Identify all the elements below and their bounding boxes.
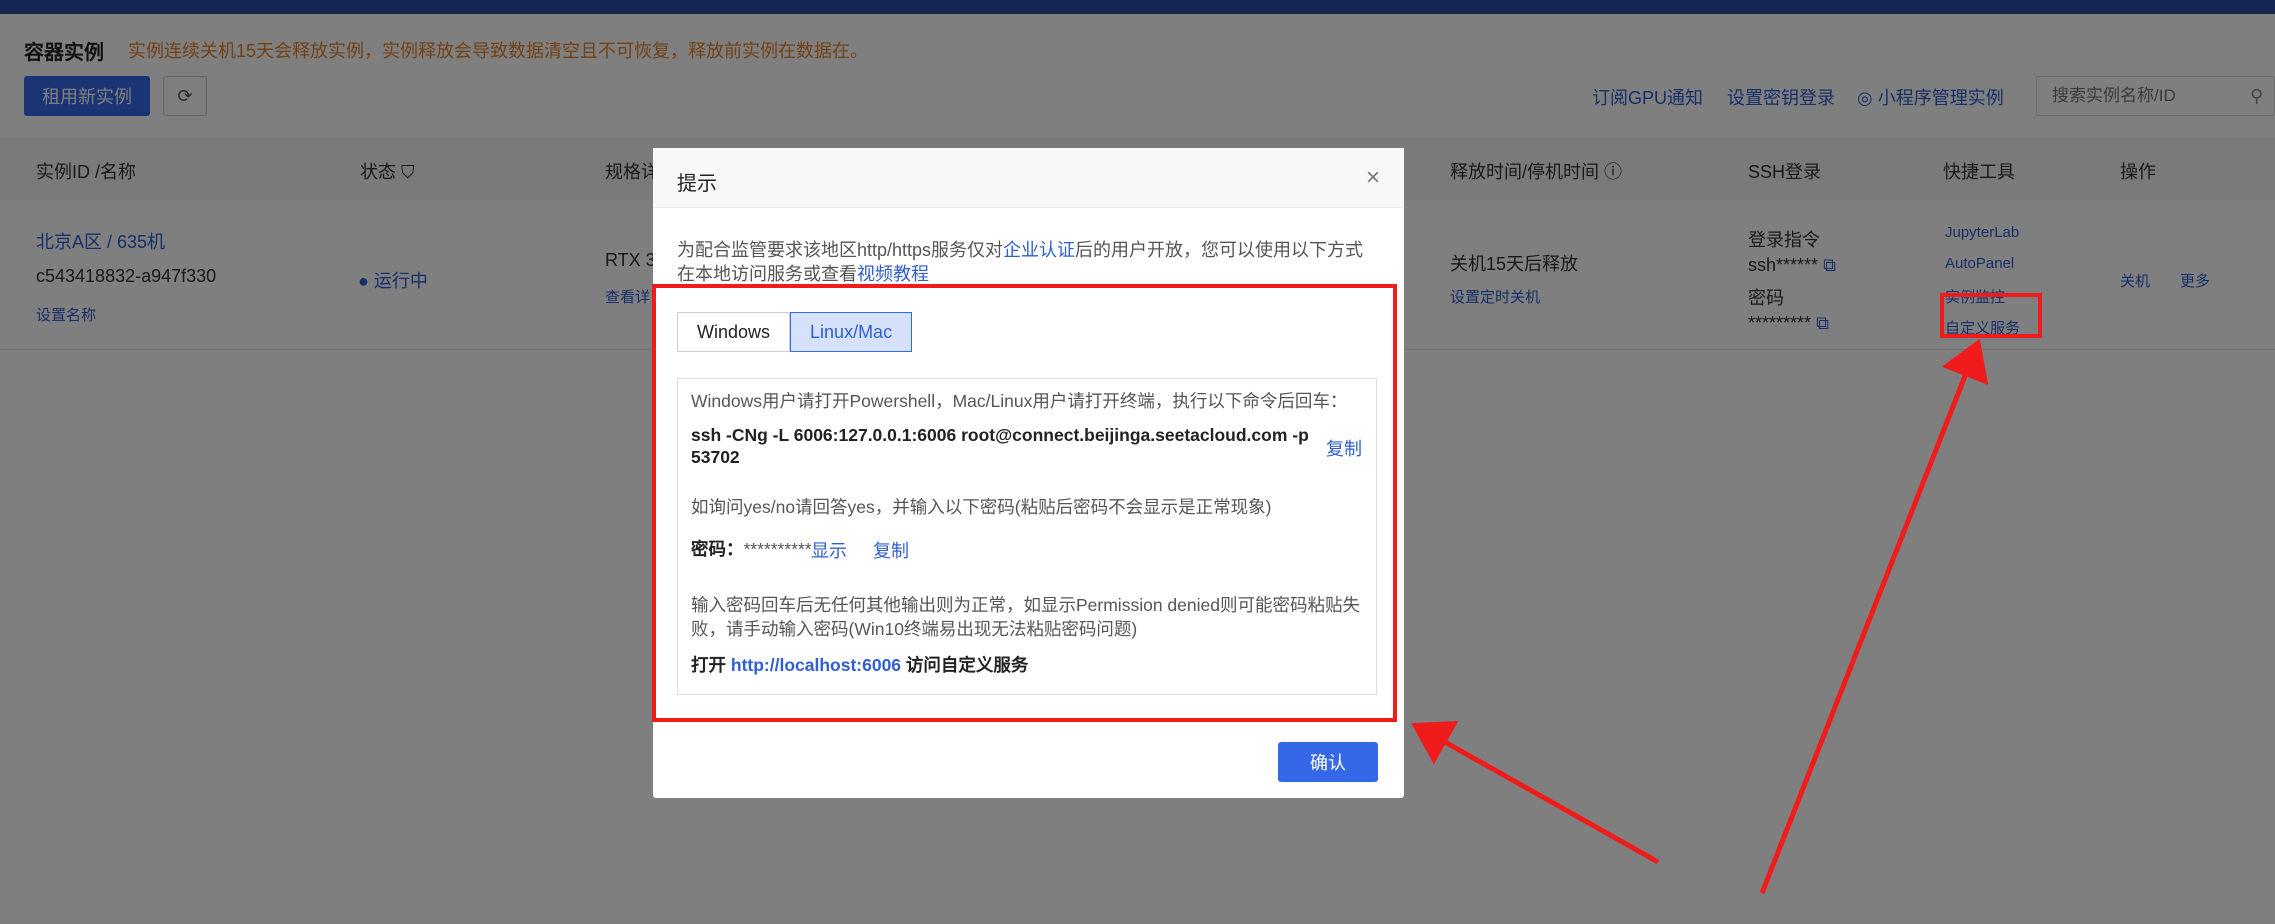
annotation-arrow bbox=[1759, 338, 1989, 894]
annotation-arrow bbox=[1411, 720, 1660, 865]
annotation-arrows bbox=[1411, 338, 1989, 894]
